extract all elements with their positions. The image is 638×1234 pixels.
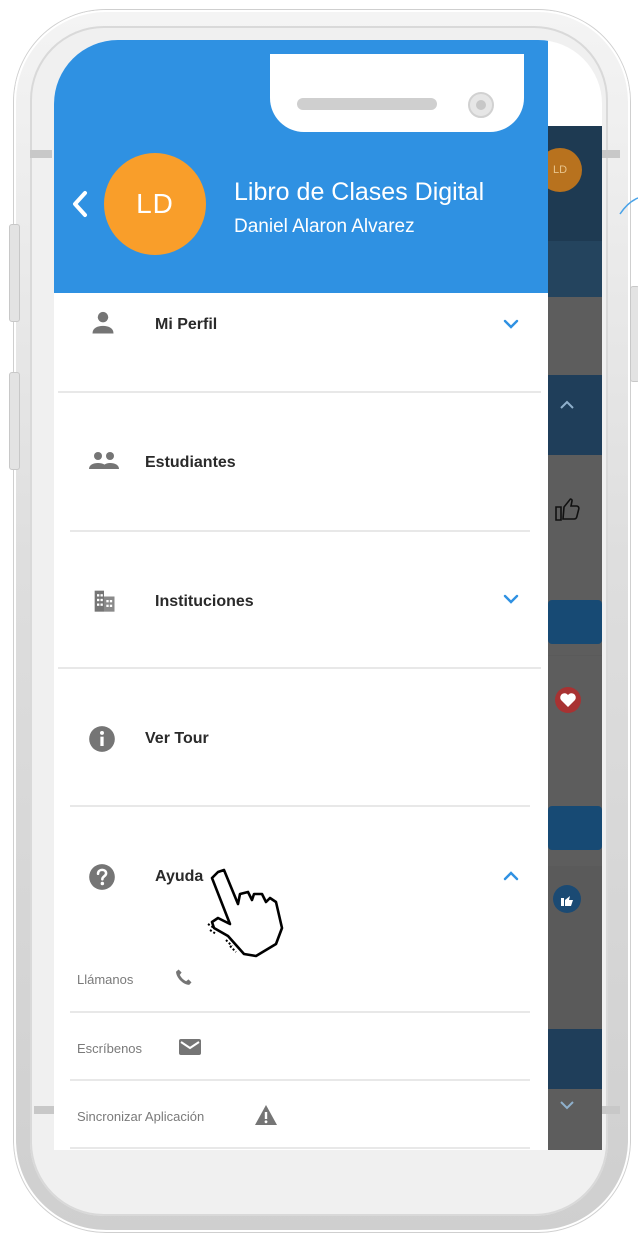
menu-item-instituciones[interactable]: Instituciones [54, 532, 548, 668]
building-icon [94, 590, 115, 612]
divider [70, 1147, 530, 1149]
help-icon [89, 864, 115, 890]
menu-item-ayuda[interactable]: Ayuda [54, 807, 548, 937]
back-button[interactable] [66, 184, 94, 224]
chevron-up-icon [560, 400, 574, 409]
chevron-up-icon[interactable] [502, 867, 520, 885]
volume-up-button [9, 224, 20, 322]
divider [70, 1079, 530, 1081]
info-icon [89, 726, 115, 752]
like-circle-icon [553, 885, 581, 913]
heart-icon [555, 687, 581, 713]
help-subitem-llamanos[interactable]: Llámanos [54, 946, 548, 1012]
mail-icon [179, 1039, 201, 1055]
front-camera [468, 92, 494, 118]
frame-antenna-line [34, 1106, 56, 1114]
speaker-grille [297, 98, 437, 110]
people-icon [89, 452, 119, 469]
hand-pointer-icon [207, 868, 284, 958]
chevron-down-icon [560, 1101, 574, 1110]
chevron-left-icon [73, 191, 87, 217]
user-name: Daniel Alaron Alvarez [234, 216, 415, 237]
menu-item-ver-tour[interactable]: Ver Tour [54, 669, 548, 805]
thumbs-up-icon [555, 498, 580, 521]
menu-item-mi-perfil[interactable]: Mi Perfil [54, 293, 548, 393]
background-avatar: LD [548, 148, 602, 192]
phone-screen: LD LD Libro de Clases Digital Daniel Ala… [54, 40, 602, 1150]
avatar: LD [104, 153, 206, 255]
power-button [630, 286, 638, 382]
background-app: LD [548, 126, 602, 1150]
menu-item-estudiantes[interactable]: Estudiantes [54, 393, 548, 529]
warning-icon [255, 1105, 277, 1125]
chevron-down-icon[interactable] [502, 315, 520, 333]
navigation-drawer: LD Libro de Clases Digital Daniel Alaron… [54, 40, 548, 1150]
phone-icon [176, 969, 192, 985]
person-icon [92, 311, 114, 334]
help-subitem-sincronizar[interactable]: Sincronizar Aplicación [54, 1083, 548, 1149]
volume-down-button [9, 372, 20, 470]
divider [70, 1011, 530, 1013]
decorative-curve [619, 197, 638, 215]
chevron-down-icon[interactable] [502, 590, 520, 608]
app-title: Libro de Clases Digital [234, 178, 485, 206]
frame-antenna-line [30, 150, 52, 158]
help-subitem-escribenos[interactable]: Escríbenos [54, 1014, 548, 1080]
